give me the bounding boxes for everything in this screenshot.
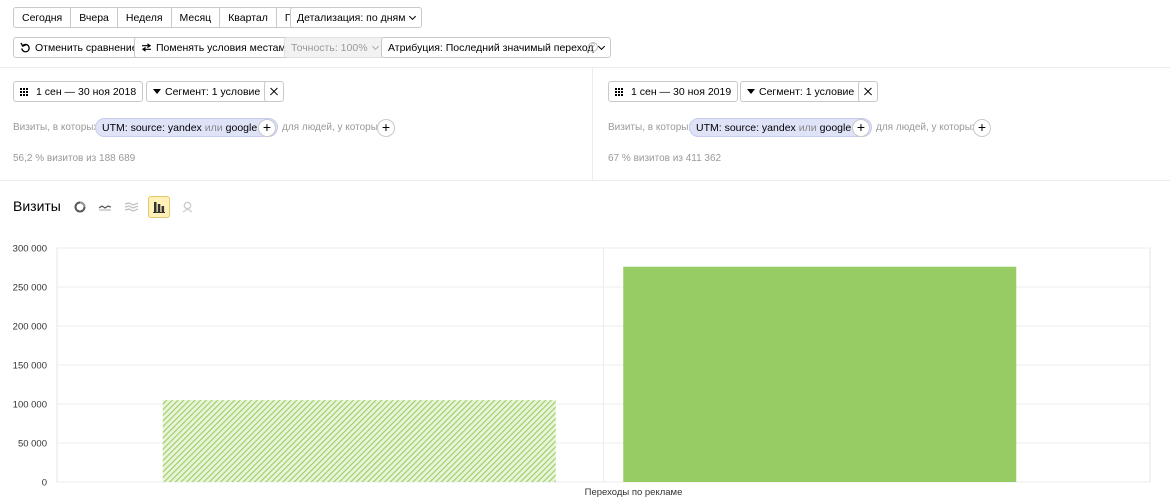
- divider: [0, 67, 1170, 68]
- tab-quarter[interactable]: Квартал: [220, 8, 277, 27]
- tab-month[interactable]: Месяц: [172, 8, 221, 27]
- left-utm-filter-pill[interactable]: UTM: source: yandex или google ✕: [95, 118, 278, 137]
- left-segment-remove-button[interactable]: [264, 81, 284, 102]
- right-segment-remove-button[interactable]: [858, 81, 878, 102]
- attribution-dropdown[interactable]: Атрибуция: Последний значимый переход: [381, 37, 611, 58]
- right-people-label: для людей, у которых: [876, 122, 977, 133]
- right-utm-filter-pill[interactable]: UTM: source: yandex или google ✕: [689, 118, 872, 137]
- right-segment-dropdown[interactable]: Сегмент: 1 условие: [740, 81, 872, 102]
- attribution-label: Атрибуция: Последний значимый переход: [388, 41, 594, 54]
- right-segment-label: Сегмент: 1 условие: [759, 85, 855, 98]
- swap-label: Поменять условия местами: [156, 41, 292, 54]
- area-chart-button[interactable]: [120, 196, 142, 218]
- divider: [0, 180, 1170, 181]
- left-add-visit-condition-button[interactable]: +: [258, 119, 276, 137]
- tab-today[interactable]: Сегодня: [14, 8, 72, 27]
- chart-title: Визиты: [13, 198, 61, 214]
- visits-bar-chart: 0 50 000 100 000 150 000 200 000 250 000 300 0…: [13, 244, 1151, 498]
- area-chart-icon: [124, 202, 138, 212]
- pill-text: google: [819, 121, 852, 134]
- y-tick-label: 250 000: [13, 283, 47, 294]
- map-chart-button[interactable]: [176, 196, 198, 218]
- chevron-down-icon: [409, 12, 417, 20]
- pill-text: google: [225, 121, 258, 134]
- swap-icon: [141, 43, 152, 52]
- pill-or: или: [204, 121, 223, 134]
- left-date-picker[interactable]: 1 сен — 30 ноя 2018: [13, 81, 144, 102]
- bar-chart-button[interactable]: [148, 196, 170, 218]
- map-pin-icon: [182, 201, 192, 213]
- left-visits-stats: 56,2 % визитов из 188 689: [13, 153, 136, 164]
- bar-2019[interactable]: [623, 266, 1017, 482]
- y-tick-label: 0: [42, 478, 47, 489]
- pie-chart-icon: [74, 201, 86, 213]
- detail-label: Детализация: по дням: [297, 11, 406, 24]
- line-chart-button[interactable]: [94, 196, 116, 218]
- period-tabs: Сегодня Вчера Неделя Месяц Квартал Год: [13, 7, 311, 28]
- right-date-label: 1 сен — 30 ноя 2019: [631, 85, 732, 98]
- y-tick-label: 200 000: [13, 322, 47, 333]
- swap-conditions-button[interactable]: Поменять условия местами: [134, 37, 299, 58]
- chevron-down-icon: [597, 42, 605, 50]
- pill-text: UTM: source: yandex: [102, 121, 202, 134]
- calendar-icon: [20, 87, 28, 96]
- filter-icon: [747, 89, 755, 94]
- y-tick-label: 150 000: [13, 361, 47, 372]
- cancel-compare-button[interactable]: Отменить сравнение: [13, 37, 145, 58]
- left-add-people-condition-button[interactable]: +: [377, 119, 395, 137]
- y-tick-label: 300 000: [13, 244, 47, 255]
- left-people-label: для людей, у которых: [282, 122, 383, 133]
- y-tick-label: 50 000: [18, 439, 47, 450]
- accuracy-label: Точность: 100%: [291, 41, 368, 54]
- detail-dropdown[interactable]: Детализация: по дням: [290, 7, 423, 28]
- bar-2018[interactable]: [162, 400, 556, 482]
- left-segment-dropdown[interactable]: Сегмент: 1 условие: [146, 81, 278, 102]
- left-segment-label: Сегмент: 1 условие: [165, 85, 261, 98]
- filter-icon: [153, 89, 161, 94]
- left-visits-label: Визиты, в которых: [13, 122, 99, 133]
- chevron-down-icon: [371, 42, 379, 50]
- help-icon[interactable]: ?: [588, 42, 598, 52]
- x-category-label: Переходы по рекламе: [585, 487, 683, 498]
- right-date-picker[interactable]: 1 сен — 30 ноя 2019: [608, 81, 739, 102]
- right-visits-label: Визиты, в которых: [608, 122, 694, 133]
- right-add-people-condition-button[interactable]: +: [973, 119, 991, 137]
- pie-chart-button[interactable]: [69, 196, 91, 218]
- left-date-label: 1 сен — 30 ноя 2018: [36, 85, 137, 98]
- y-tick-label: 100 000: [13, 400, 47, 411]
- divider: [592, 67, 593, 181]
- line-chart-icon: [99, 205, 111, 211]
- undo-icon: [20, 42, 30, 53]
- calendar-icon: [615, 87, 623, 96]
- bar-chart-icon: [153, 202, 165, 213]
- right-add-visit-condition-button[interactable]: +: [852, 119, 870, 137]
- accuracy-dropdown[interactable]: Точность: 100%: [284, 37, 385, 58]
- pill-text: UTM: source: yandex: [696, 121, 796, 134]
- tab-yesterday[interactable]: Вчера: [71, 8, 118, 27]
- right-visits-stats: 67 % визитов из 411 362: [608, 153, 722, 164]
- cancel-compare-label: Отменить сравнение: [35, 41, 138, 54]
- pill-or: или: [798, 121, 817, 134]
- tab-week[interactable]: Неделя: [118, 8, 172, 27]
